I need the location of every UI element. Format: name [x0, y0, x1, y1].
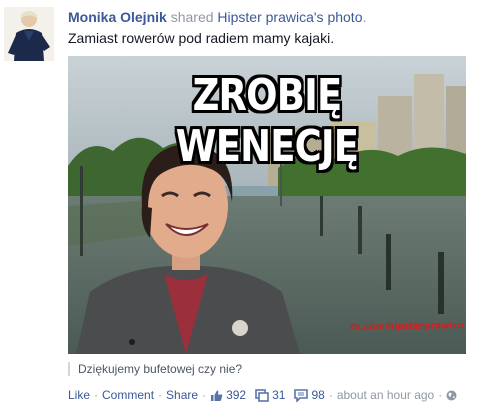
likes-counter[interactable]: 392: [210, 388, 246, 402]
timestamp-link[interactable]: about an hour ago: [337, 388, 434, 402]
actor-line-suffix: .: [362, 9, 367, 25]
story-header: Monika Olejnik shared Hipster prawica's …: [68, 8, 492, 47]
actor-name-link[interactable]: Monika Olejnik: [68, 9, 167, 25]
separator: ·: [438, 388, 443, 402]
comments-count: 98: [311, 388, 325, 402]
likes-count: 392: [226, 388, 247, 402]
photo-overlay-text: ZROBIĘ WENECJĘ: [175, 70, 359, 172]
comment-icon: [294, 388, 309, 402]
story-footer: Like · Comment · Share · 392 31 98 · abo…: [68, 388, 457, 402]
photo-watermark: fb.com/hipsterprawica: [350, 321, 465, 333]
share-icon: [255, 388, 269, 402]
separator: ·: [94, 388, 99, 402]
separator: ·: [202, 388, 207, 402]
separator: ·: [158, 388, 163, 402]
comments-counter[interactable]: 98: [294, 388, 325, 402]
avatar-image: [4, 7, 54, 61]
share-link[interactable]: Share: [166, 388, 198, 402]
separator: ·: [328, 388, 333, 402]
actor-line: Monika Olejnik shared Hipster prawica's …: [68, 8, 492, 26]
comment-link[interactable]: Comment: [102, 388, 154, 402]
post-message: Zamiast rowerów pod radiem mamy kajaki.: [68, 30, 335, 46]
profile-avatar[interactable]: [4, 7, 54, 61]
thumbs-up-icon: [211, 390, 223, 401]
shared-photo[interactable]: ZROBIĘ WENECJĘ fb.com/hipsterprawica: [68, 56, 466, 354]
shares-count: 31: [272, 388, 286, 402]
photo-caption: Dziękujemy bufetowej czy nie?: [68, 362, 242, 376]
globe-icon[interactable]: [446, 390, 457, 401]
shared-text: shared: [170, 9, 214, 25]
shares-counter[interactable]: 31: [255, 388, 285, 402]
like-link[interactable]: Like: [68, 388, 90, 402]
photo-owner-link[interactable]: Hipster prawica's photo: [217, 9, 362, 25]
